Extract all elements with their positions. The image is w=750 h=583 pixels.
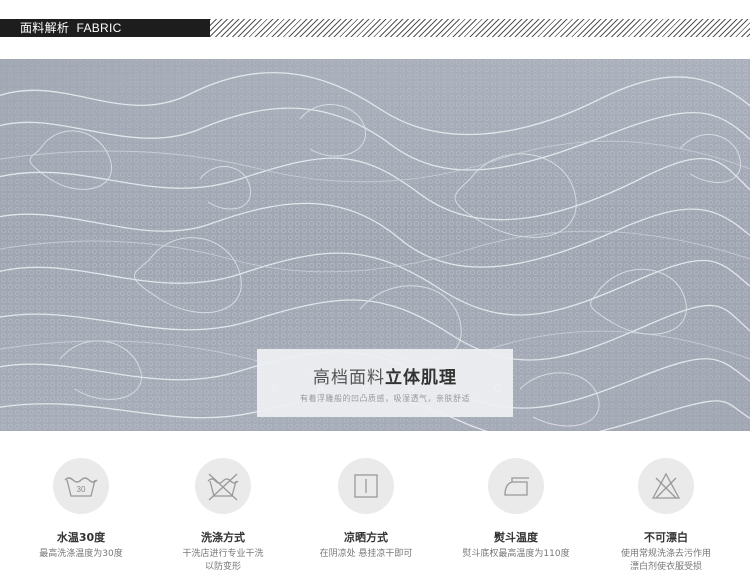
iron-icon xyxy=(504,477,529,496)
care-desc-line: 熨斗底权最高温度为110度 xyxy=(462,549,570,559)
care-icon-circle: 30 xyxy=(53,458,109,514)
care-title: 凉晒方式 xyxy=(344,531,388,544)
care-desc: 熨斗底权最高温度为110度 xyxy=(451,548,581,561)
section-title-en: FABRIC xyxy=(76,21,122,35)
care-desc-line: 使用常规洗涤去污作用 xyxy=(620,549,711,559)
care-title: 熨斗温度 xyxy=(494,531,538,544)
line-dry-icon xyxy=(354,474,378,498)
care-desc-line: 以防变形 xyxy=(204,562,241,572)
section-title: 面料解析 xyxy=(20,21,70,35)
care-desc-line: 在阴凉处 悬挂凉干即可 xyxy=(319,549,413,559)
wash-30-icon: 30 xyxy=(64,477,98,497)
care-desc: 使用常规洗涤去污作用 漂白剂使衣服受损 xyxy=(601,548,731,574)
section-header: 面料解析 FABRIC xyxy=(0,0,750,44)
care-title: 洗涤方式 xyxy=(201,531,245,544)
svg-text:30: 30 xyxy=(77,485,86,494)
care-desc: 最高洗涤温度为30度 xyxy=(16,548,146,561)
care-instructions: 30 水温30度 最高洗涤温度为30度 洗涤方式 干洗店进行专业干洗 以防变形 xyxy=(0,445,750,583)
care-title: 水温30度 xyxy=(56,531,106,544)
caption-title-bold: 立体肌理 xyxy=(385,368,457,388)
care-desc-line: 干洗店进行专业干洗 xyxy=(182,549,264,559)
care-title: 不可漂白 xyxy=(644,531,688,544)
fabric-caption-subtitle: 有着浮雕般的凹凸质感，吸湿透气，亲肤舒适 xyxy=(300,394,470,403)
fabric-caption-title: 高档面料立体肌理 xyxy=(257,363,513,388)
care-icon-circle xyxy=(488,458,544,514)
section-title-tab: 面料解析 FABRIC xyxy=(0,19,210,37)
care-icon-circle xyxy=(638,458,694,514)
no-wash-icon xyxy=(207,473,239,501)
no-bleach-icon xyxy=(651,472,681,499)
care-desc: 在阴凉处 悬挂凉干即可 xyxy=(301,548,431,561)
caption-title-light: 高档面料 xyxy=(313,368,385,388)
header-stripe-decoration xyxy=(210,19,750,37)
care-icon-circle xyxy=(338,458,394,514)
care-desc: 干洗店进行专业干洗 以防变形 xyxy=(158,548,288,574)
care-desc-line: 最高洗涤温度为30度 xyxy=(39,549,123,559)
fabric-caption-box: 高档面料立体肌理 有着浮雕般的凹凸质感，吸湿透气，亲肤舒适 xyxy=(257,349,513,417)
care-desc-line: 漂白剂使衣服受损 xyxy=(629,562,702,572)
care-icon-circle xyxy=(195,458,251,514)
